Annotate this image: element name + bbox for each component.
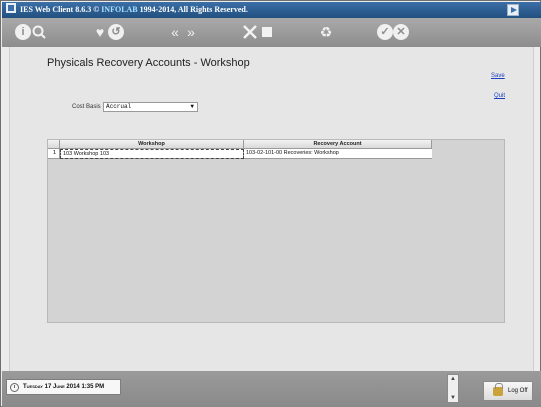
page-title: Physicals Recovery Accounts - Workshop [47, 57, 250, 69]
title-bar: IES Web Client 8.6.3 © INFOLAB 1994-2014… [2, 2, 541, 18]
log-off-label: Log Off [508, 388, 528, 394]
row-indicator: 1 [48, 149, 60, 159]
toolbar: i ♥ ↺ « » ♻ ✓ ✕ [2, 18, 541, 47]
cost-basis-select[interactable]: Accrual ▼ [103, 102, 198, 112]
cost-basis-label: Cost Basis [72, 104, 101, 110]
history-icon[interactable]: ↺ [108, 24, 124, 40]
app-window: IES Web Client 8.6.3 © INFOLAB 1994-2014… [0, 0, 541, 407]
quit-link[interactable]: Quit [494, 93, 505, 99]
column-header-recovery-account[interactable]: Recovery Account [244, 140, 432, 149]
stop-icon[interactable] [259, 24, 275, 40]
window-menu-button[interactable] [507, 4, 519, 16]
chevron-down-icon: ▼ [190, 103, 194, 110]
previous-icon[interactable]: « [167, 24, 183, 40]
recovery-account-cell[interactable]: 103-02-101-00 Recoveries: Workshop [244, 149, 432, 159]
cancel-icon[interactable]: ✕ [393, 24, 409, 40]
log-off-button[interactable]: Log Off [483, 381, 533, 401]
date-time-text: Tuesday 17 June 2014 1:35 PM [23, 384, 105, 390]
workshop-cell[interactable]: 103 Workshop 103 [60, 149, 244, 159]
favorite-icon[interactable]: ♥ [92, 24, 108, 40]
lock-icon [493, 383, 503, 396]
save-link[interactable]: Save [491, 73, 505, 79]
main-content: Physicals Recovery Accounts - Workshop S… [9, 47, 534, 371]
column-header-workshop[interactable]: Workshop [60, 140, 244, 149]
grid-header: Workshop Recovery Account [48, 140, 432, 149]
scroll-up-icon[interactable]: ▲ [448, 376, 458, 382]
title-company: INFOLAB [101, 5, 138, 14]
title-brand: IES Web Client 8.6.3 © [20, 5, 100, 14]
info-icon[interactable]: i [15, 24, 31, 40]
status-bar: Tuesday 17 June 2014 1:35 PM ▲ ▼ Log Off [2, 371, 541, 407]
cost-basis-value: Accrual [106, 103, 132, 110]
recovery-grid: Workshop Recovery Account 1 103 Workshop… [47, 139, 505, 323]
clock-icon [10, 383, 19, 392]
confirm-icon[interactable]: ✓ [377, 24, 393, 40]
app-logo-icon [6, 3, 16, 13]
recycle-icon[interactable]: ♻ [318, 24, 334, 40]
tools-icon[interactable] [242, 24, 258, 40]
status-scroller[interactable]: ▲ ▼ [447, 374, 459, 403]
table-row[interactable]: 1 103 Workshop 103 103-02-101-00 Recover… [48, 149, 432, 159]
scroll-down-icon[interactable]: ▼ [448, 395, 458, 401]
date-time-display: Tuesday 17 June 2014 1:35 PM [6, 379, 121, 395]
search-icon[interactable] [31, 24, 47, 40]
title-copyright: 1994-2014, All Rights Reserved. [139, 5, 248, 14]
next-icon[interactable]: » [183, 24, 199, 40]
grid-corner [48, 140, 60, 149]
